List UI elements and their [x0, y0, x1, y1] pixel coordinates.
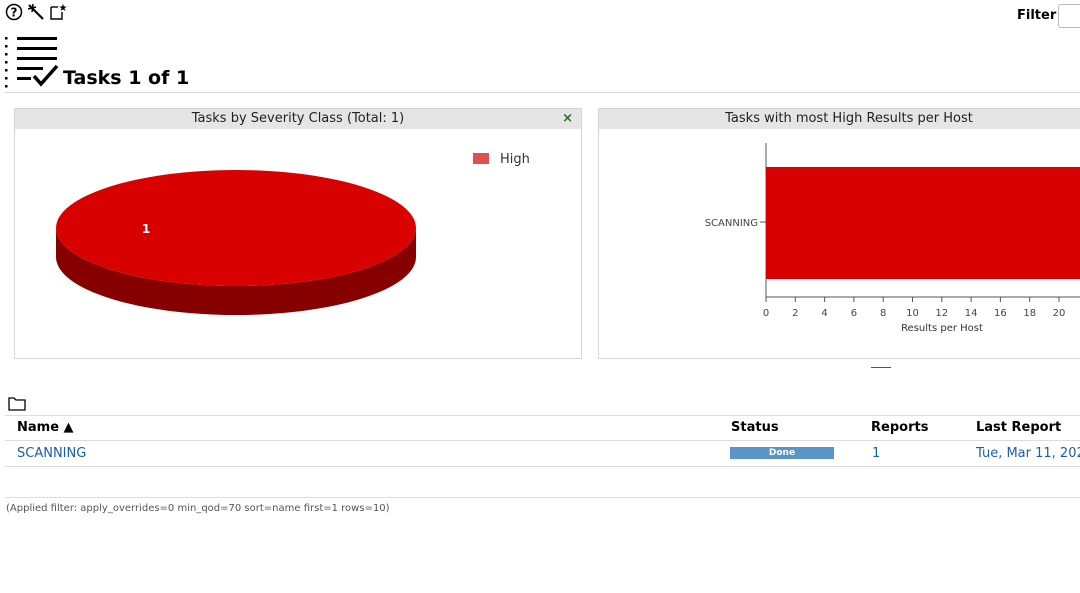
severity-panel-title: Tasks by Severity Class (Total: 1) — [191, 111, 405, 126]
table-top-border — [5, 415, 1080, 416]
help-icon[interactable]: ? — [5, 3, 23, 21]
status-progress-bar: Done — [730, 447, 834, 459]
task-name-link[interactable]: SCANNING — [17, 446, 86, 461]
column-header-status[interactable]: Status — [731, 420, 779, 435]
x-tick-label: 16 — [994, 308, 1007, 319]
x-tick-label: 6 — [851, 308, 857, 319]
last-report-link[interactable]: Tue, Mar 11, 2025 — [976, 446, 1080, 461]
high-results-chart-panel: Tasks with most High Results per Host SC… — [598, 108, 1080, 359]
pie-slice-label: 1 — [142, 222, 150, 236]
severity-panel-header: Tasks by Severity Class (Total: 1) × — [15, 109, 581, 129]
x-tick-label: 8 — [880, 308, 886, 319]
pie-slice-high[interactable] — [56, 170, 416, 286]
x-tick-label: 20 — [1053, 308, 1066, 319]
svg-text:?: ? — [11, 6, 18, 20]
y-tick-label-scanning: SCANNING — [705, 218, 758, 229]
x-tick-label: 0 — [763, 308, 769, 319]
legend-label-high: High — [500, 152, 530, 167]
severity-pie-chart: 1 High — [56, 152, 530, 315]
folder-icon[interactable] — [8, 396, 26, 411]
column-header-name[interactable]: Name ▲ — [17, 420, 74, 435]
column-header-reports[interactable]: Reports — [871, 420, 928, 435]
high-results-bar-chart: SCANNING 0 2 4 6 8 10 12 14 16 18 20 Results per Hos… — [705, 143, 1080, 334]
severity-chart-panel: Tasks by Severity Class (Total: 1) × 1 Hi… — [14, 108, 582, 359]
bar-scanning[interactable] — [766, 167, 1080, 279]
x-tick-label: 4 — [821, 308, 827, 319]
filter-input[interactable] — [1058, 4, 1080, 28]
title-divider — [5, 92, 1080, 93]
high-results-panel-title: Tasks with most High Results per Host — [725, 111, 973, 126]
resize-handle[interactable] — [871, 367, 891, 368]
reports-count-link[interactable]: 1 — [872, 446, 880, 461]
new-task-icon[interactable]: ★ — [49, 3, 67, 21]
page-title: Tasks 1 of 1 — [63, 67, 190, 89]
x-tick-label: 10 — [906, 308, 919, 319]
table-header-divider — [5, 440, 1080, 441]
legend-swatch-high — [473, 153, 489, 164]
x-tick-label: 2 — [792, 308, 798, 319]
high-results-panel-header: Tasks with most High Results per Host — [599, 109, 1080, 129]
svg-text:★: ★ — [59, 3, 67, 14]
x-tick-label: 18 — [1023, 308, 1036, 319]
table-footer-divider — [5, 497, 1080, 498]
task-list-icon — [5, 37, 59, 88]
close-icon[interactable]: × — [562, 109, 573, 129]
x-tick-label: 14 — [965, 308, 978, 319]
x-axis-label: Results per Host — [901, 323, 983, 334]
filter-label: Filter — [1017, 8, 1057, 23]
x-tick-label: 12 — [935, 308, 948, 319]
table-row-divider — [5, 466, 1080, 467]
applied-filter-text: (Applied filter: apply_overrides=0 min_q… — [6, 503, 390, 514]
wizard-icon[interactable] — [27, 3, 45, 21]
column-header-last-report[interactable]: Last Report — [976, 420, 1061, 435]
